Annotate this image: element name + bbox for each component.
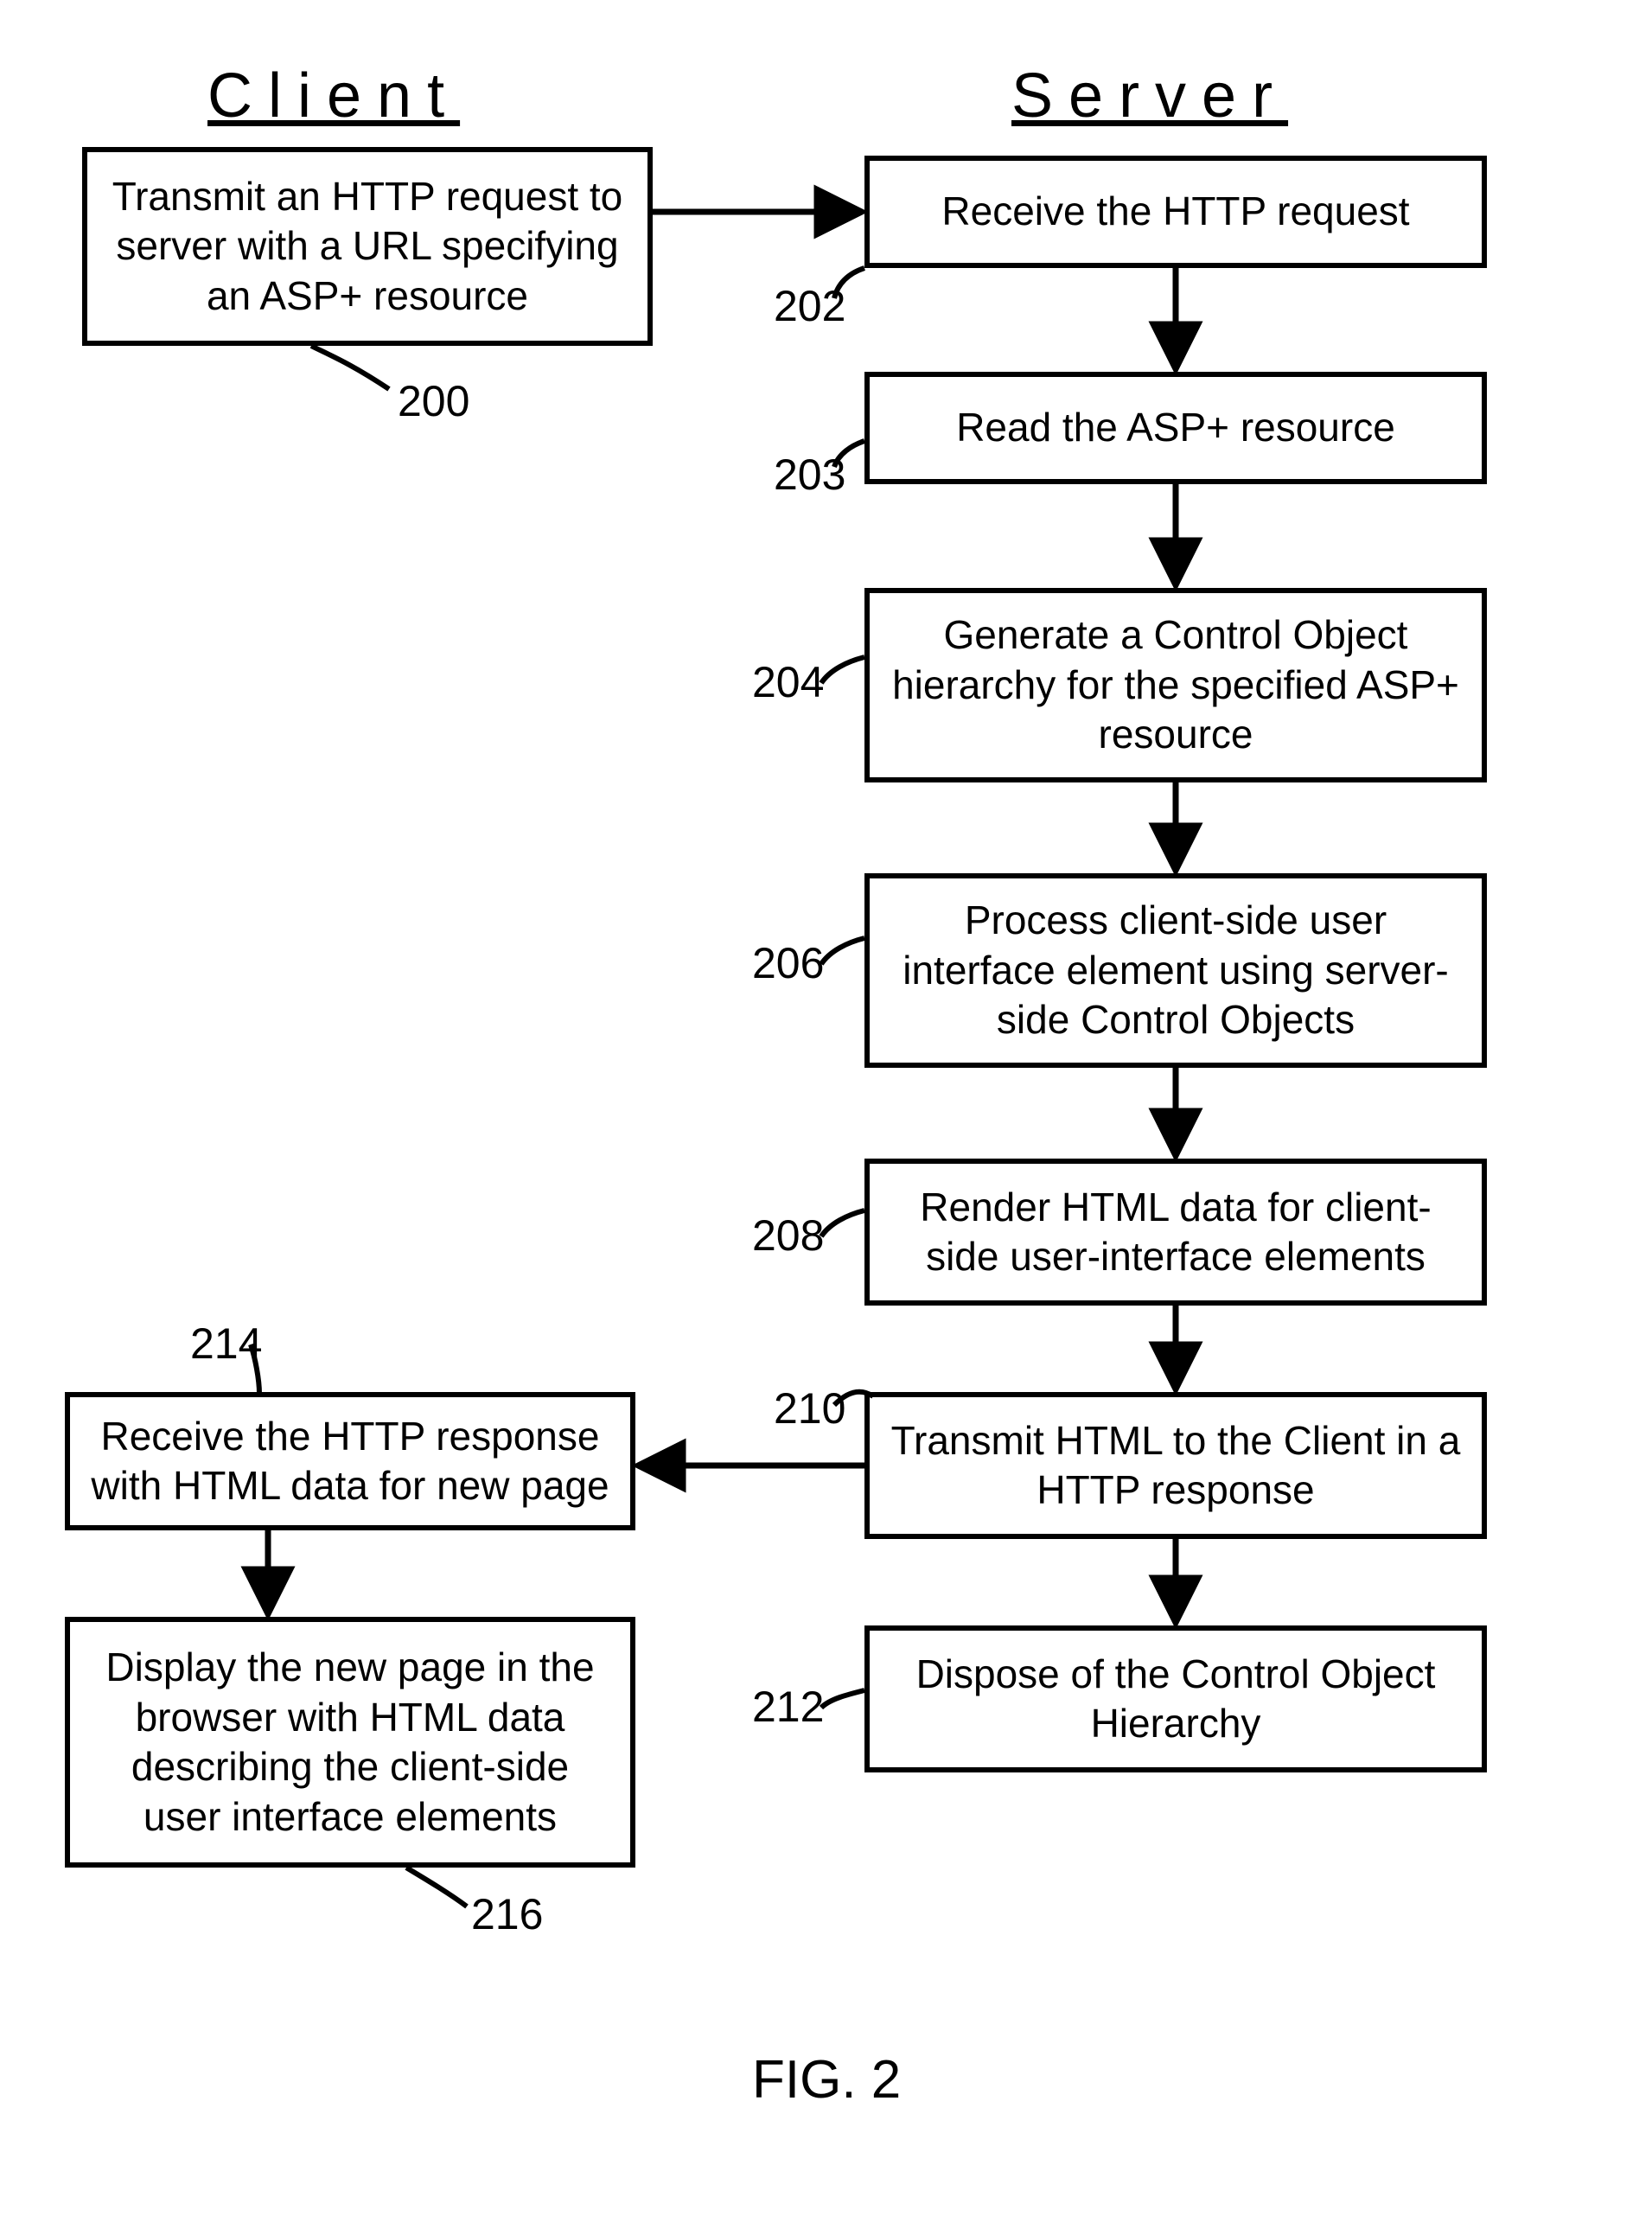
step-208-box: Render HTML data for client-side user-in…: [864, 1159, 1487, 1306]
step-203-box: Read the ASP+ resource: [864, 372, 1487, 484]
step-216-box: Display the new page in the browser with…: [65, 1617, 635, 1868]
ref-200: 200: [398, 376, 469, 426]
step-202-box: Receive the HTTP request: [864, 156, 1487, 268]
ref-202: 202: [774, 281, 845, 331]
client-column-header: Client: [207, 61, 460, 131]
ref-212: 212: [752, 1682, 824, 1732]
step-206-box: Process client-side user interface eleme…: [864, 873, 1487, 1068]
ref-214: 214: [190, 1319, 262, 1369]
ref-203: 203: [774, 450, 845, 500]
step-204-box: Generate a Control Object hierarchy for …: [864, 588, 1487, 782]
step-210-box: Transmit HTML to the Client in a HTTP re…: [864, 1392, 1487, 1539]
ref-208: 208: [752, 1210, 824, 1261]
ref-204: 204: [752, 657, 824, 707]
figure-caption: FIG. 2: [752, 2049, 901, 2111]
step-214-box: Receive the HTTP response with HTML data…: [65, 1392, 635, 1530]
ref-216: 216: [471, 1889, 543, 1939]
flowchart-page: Client Server Transmit an HTTP request t…: [0, 0, 1652, 2216]
step-200-box: Transmit an HTTP request to server with …: [82, 147, 653, 346]
server-column-header: Server: [1011, 61, 1288, 131]
ref-210: 210: [774, 1383, 845, 1434]
ref-206: 206: [752, 938, 824, 988]
step-212-box: Dispose of the Control Object Hierarchy: [864, 1625, 1487, 1772]
